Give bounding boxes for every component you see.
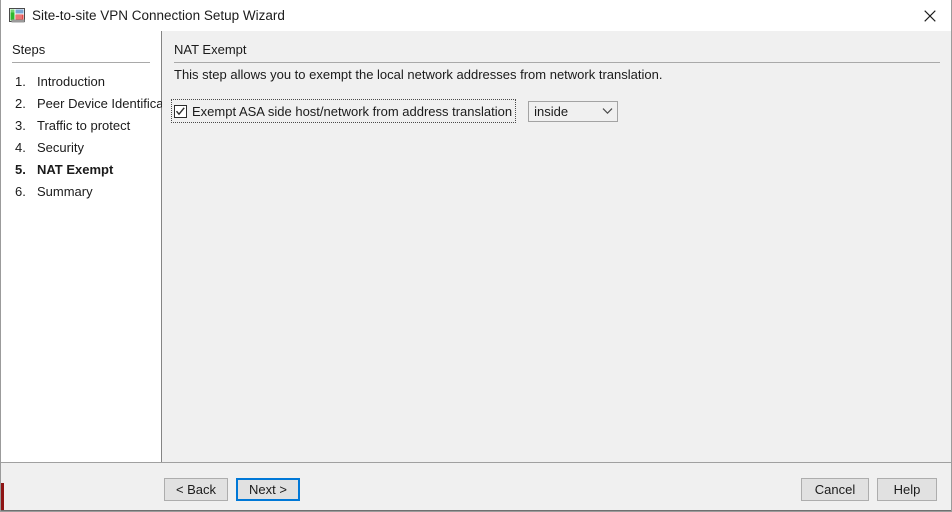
- content-area: Steps 1. Introduction 2. Peer Device Ide…: [1, 31, 951, 462]
- step-number: 5.: [15, 161, 26, 177]
- cancel-button[interactable]: Cancel: [801, 478, 869, 501]
- interface-select-value: inside: [534, 103, 569, 119]
- window-title: Site-to-site VPN Connection Setup Wizard: [32, 8, 285, 23]
- close-button[interactable]: [907, 0, 951, 31]
- vpn-wizard-icon: [9, 7, 26, 24]
- step-label: Traffic to protect: [37, 117, 131, 133]
- exempt-row: Exempt ASA side host/network from addres…: [170, 99, 619, 123]
- step-label: NAT Exempt: [37, 161, 114, 177]
- sidebar-item-peer-device-identification[interactable]: 2. Peer Device Identificatio: [1, 92, 162, 114]
- sidebar-item-nat-exempt[interactable]: 5. NAT Exempt: [1, 158, 162, 180]
- sidebar-item-introduction[interactable]: 1. Introduction: [1, 70, 162, 92]
- page-title: NAT Exempt: [174, 42, 247, 57]
- step-number: 3.: [15, 117, 26, 133]
- exempt-checkbox[interactable]: Exempt ASA side host/network from addres…: [170, 99, 517, 123]
- sidebar-item-traffic-to-protect[interactable]: 3. Traffic to protect: [1, 114, 162, 136]
- step-label: Introduction: [37, 73, 105, 89]
- chevron-down-icon: [597, 107, 617, 115]
- interface-select[interactable]: inside: [528, 100, 619, 122]
- wizard-window: Site-to-site VPN Connection Setup Wizard…: [0, 0, 952, 512]
- back-button[interactable]: < Back: [164, 478, 228, 501]
- checkbox-box: [174, 104, 187, 118]
- step-number: 4.: [15, 139, 26, 155]
- window-edge-accent: [1, 483, 4, 511]
- title-bar: Site-to-site VPN Connection Setup Wizard: [1, 0, 951, 32]
- help-button[interactable]: Help: [877, 478, 937, 501]
- window-bottom-edge: [1, 510, 951, 511]
- sidebar-item-summary[interactable]: 6. Summary: [1, 180, 162, 202]
- next-button[interactable]: Next >: [236, 478, 300, 501]
- step-number: 2.: [15, 95, 26, 111]
- step-number: 6.: [15, 183, 26, 199]
- exempt-checkbox-label: Exempt ASA side host/network from addres…: [192, 103, 513, 119]
- step-label: Summary: [37, 183, 93, 199]
- step-label: Security: [37, 139, 84, 155]
- panel-description: This step allows you to exempt the local…: [174, 67, 663, 82]
- step-label: Peer Device Identificatio: [37, 95, 162, 111]
- main-panel: NAT Exempt This step allows you to exemp…: [162, 31, 951, 462]
- steps-sidebar: Steps 1. Introduction 2. Peer Device Ide…: [1, 31, 162, 462]
- footer-bar: < Back Next > Cancel Help: [1, 462, 951, 511]
- panel-title-divider: [174, 62, 940, 63]
- checkmark-icon: [175, 106, 185, 115]
- steps-header-divider: [12, 62, 150, 63]
- step-number: 1.: [15, 73, 26, 89]
- close-icon: [924, 9, 936, 22]
- sidebar-item-security[interactable]: 4. Security: [1, 136, 162, 158]
- steps-list: 1. Introduction 2. Peer Device Identific…: [1, 70, 162, 202]
- steps-header: Steps: [12, 42, 46, 57]
